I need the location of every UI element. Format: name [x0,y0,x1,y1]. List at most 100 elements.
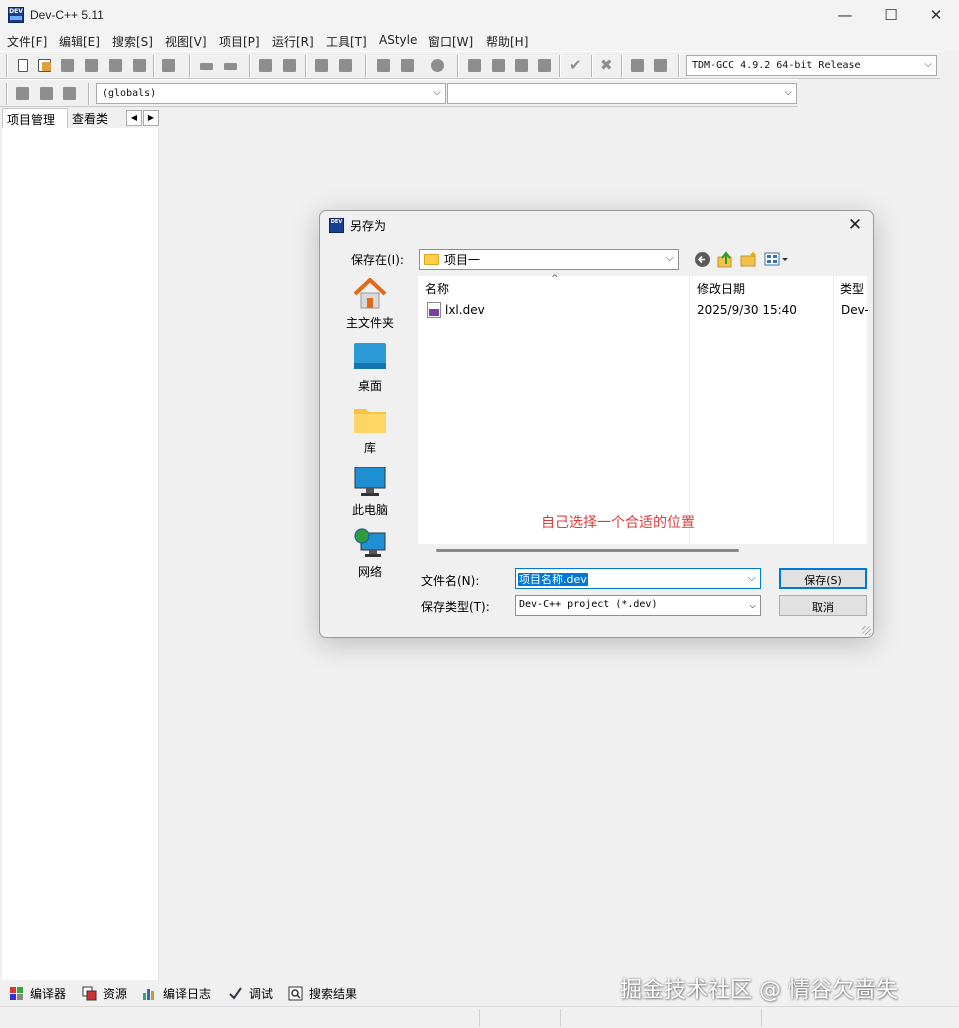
menu-view[interactable]: 视图[V] [165,33,207,50]
class-toolbar: (globals) ⌵ ⌵ [0,79,798,107]
tab-resources[interactable]: 资源 [82,982,136,1004]
new-folder-icon[interactable] [740,251,757,268]
status-cell [0,1009,480,1027]
column-header-name[interactable]: 名称 [425,280,449,297]
compiler-select[interactable]: TDM-GCC 4.9.2 64-bit Release ⌵ [686,55,937,76]
open-project-icon[interactable] [35,56,54,75]
syntax-check-icon[interactable]: ✔ [566,56,585,75]
add-to-project-icon[interactable] [374,56,393,75]
resources-icon [82,986,97,1001]
menu-window[interactable]: 窗口[W] [428,33,473,50]
toolbar-separator [249,55,251,77]
close-window-button[interactable]: ✕ [913,0,959,31]
column-header-type[interactable]: 类型 [840,280,864,297]
dev-project-file-icon [427,302,441,318]
column-divider[interactable] [833,276,834,544]
place-libraries[interactable]: 库 [328,401,412,457]
menu-run[interactable]: 运行[R] [272,33,314,50]
toolbar-separator [6,83,8,105]
close-file-icon[interactable] [130,56,149,75]
cancel-button[interactable]: 取消 [779,595,867,616]
back-icon[interactable] [694,251,711,268]
filetype-value: Dev-C++ project (*.dev) [519,599,658,610]
remove-from-project-icon[interactable] [398,56,417,75]
rebuild-all-icon[interactable] [535,56,554,75]
save-icon[interactable] [82,56,101,75]
insert-code-icon[interactable] [13,84,32,103]
undo-icon[interactable] [197,56,216,75]
run-icon[interactable] [489,56,508,75]
save-in-select[interactable]: 项目一 ⌵ [419,249,679,270]
toggle-bookmark-icon[interactable] [37,84,56,103]
status-cell [481,1009,561,1027]
save-button[interactable]: 保存(S) [779,568,867,589]
maximize-button[interactable]: ☐ [868,0,914,31]
save-all-icon[interactable] [106,56,125,75]
profile-icon[interactable] [651,56,670,75]
place-label: 网络 [357,565,382,579]
debug-icon[interactable] [628,56,647,75]
print-icon[interactable] [159,56,178,75]
menu-astyle[interactable]: AStyle [379,33,417,47]
chevron-down-icon: ⌵ [747,571,756,584]
menu-edit[interactable]: 编辑[E] [59,33,100,50]
chevron-down-icon: ⌵ [924,59,932,70]
tab-project-manager[interactable]: 项目管理 [2,108,68,128]
project-options-icon[interactable] [428,56,447,75]
filename-input[interactable]: 项目名称.dev ⌵ [515,568,761,589]
file-type: Dev- [841,303,869,317]
find-next-icon[interactable] [312,56,331,75]
main-toolbar: ✔ ✖ TDM-GCC 4.9.2 64-bit Release ⌵ [0,51,940,79]
redo-icon[interactable] [221,56,240,75]
menu-search[interactable]: 搜索[S] [112,33,153,50]
replace-icon[interactable] [280,56,299,75]
desktop-icon [354,343,386,369]
stop-execution-icon[interactable]: ✖ [597,56,616,75]
view-menu-icon[interactable] [764,251,790,268]
find-icon[interactable] [256,56,275,75]
place-this-pc[interactable]: 此电脑 [328,463,412,519]
menu-project[interactable]: 项目[P] [219,33,260,50]
dialog-close-button[interactable]: ✕ [843,213,867,237]
toolbar-separator [6,55,8,77]
tab-search-results[interactable]: 搜索结果 [288,982,368,1004]
home-icon [353,278,387,309]
goto-bookmark-icon[interactable] [60,84,79,103]
column-divider[interactable] [689,276,690,544]
up-folder-icon[interactable] [717,251,734,268]
globals-select[interactable]: (globals) ⌵ [96,83,446,104]
compiler-select-value: TDM-GCC 4.9.2 64-bit Release [692,60,861,71]
place-label: 库 [363,441,376,455]
column-header-modified[interactable]: 修改日期 [697,280,745,297]
tab-debug[interactable]: 调试 [228,982,280,1004]
tab-class-browser[interactable]: 查看类 [68,108,122,128]
place-home-folder[interactable]: 主文件夹 [328,276,412,332]
minimize-button[interactable]: — [822,0,868,31]
save-in-label: 保存在(I): [351,253,404,267]
place-label: 此电脑 [351,503,388,517]
compile-icon[interactable] [465,56,484,75]
member-select[interactable]: ⌵ [447,83,797,104]
menu-help[interactable]: 帮助[H] [486,33,528,50]
tab-compiler[interactable]: 编译器 [9,982,75,1004]
chevron-down-icon: ⌵ [433,87,441,98]
place-network[interactable]: 网络 [328,525,412,581]
place-desktop[interactable]: 桌面 [328,339,412,395]
filetype-select[interactable]: Dev-C++ project (*.dev) ⌵ [515,595,761,616]
goto-line-icon[interactable] [336,56,355,75]
menu-file[interactable]: 文件[F] [7,33,47,50]
tab-compile-log[interactable]: 编译日志 [142,982,220,1004]
open-file-icon[interactable] [58,56,77,75]
file-list[interactable]: ^ 名称 修改日期 类型 lxl.dev 2025/9/30 15:40 Dev… [418,274,869,544]
resize-grip[interactable] [862,626,871,635]
chevron-down-icon: ⌵ [784,87,792,98]
filename-value: 项目名称.dev [518,573,588,586]
save-in-value: 项目一 [444,253,481,267]
compile-run-icon[interactable] [512,56,531,75]
project-tree-panel[interactable] [2,128,159,980]
tab-scroll-left-icon[interactable]: ◀ [126,110,142,126]
tab-scroll-right-icon[interactable]: ▶ [143,110,159,126]
menu-tools[interactable]: 工具[T] [326,33,367,50]
new-file-icon[interactable] [13,56,32,75]
horizontal-scrollbar[interactable] [436,549,739,552]
